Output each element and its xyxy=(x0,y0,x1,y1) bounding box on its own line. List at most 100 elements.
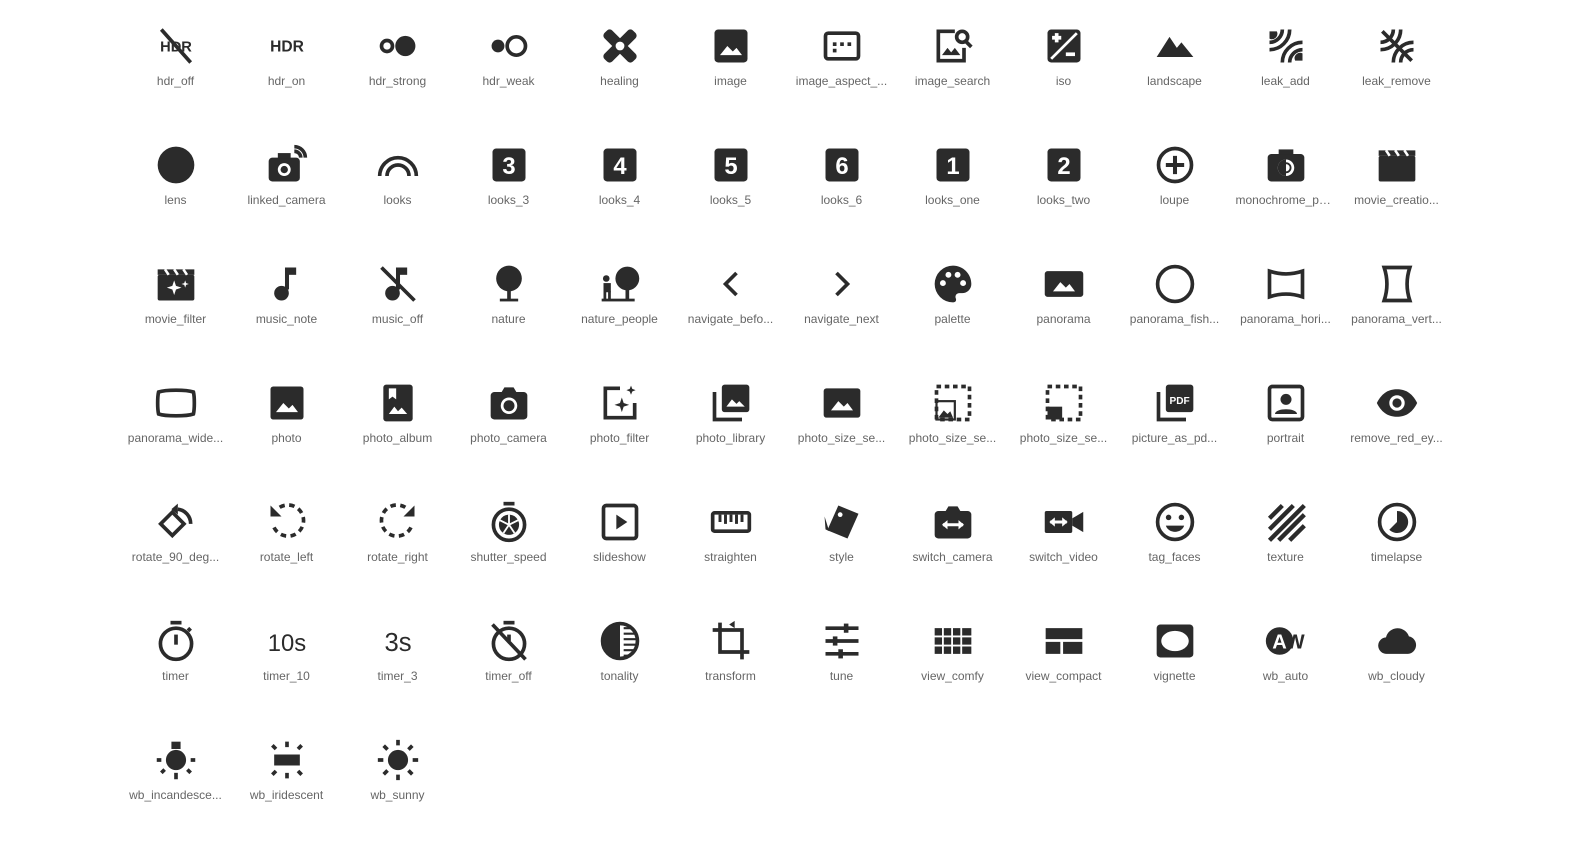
icon-tile[interactable]: switch_video xyxy=(1008,490,1119,609)
icon-tile[interactable]: navigate_befo... xyxy=(675,252,786,371)
icon-tile[interactable]: music_off xyxy=(342,252,453,371)
icon-tile[interactable]: looks xyxy=(342,133,453,252)
icon-tile[interactable]: 3s timer_3 xyxy=(342,609,453,728)
icon-tile[interactable]: loupe xyxy=(1119,133,1230,252)
icon-label: navigate_next xyxy=(804,312,879,326)
icon-tile[interactable]: linked_camera xyxy=(231,133,342,252)
icon-tile[interactable]: 4 looks_4 xyxy=(564,133,675,252)
icon-label: slideshow xyxy=(593,550,646,564)
icon-tile[interactable]: rotate_left xyxy=(231,490,342,609)
icon-tile[interactable]: HDR hdr_off xyxy=(120,14,231,133)
icon-label: image_aspect_... xyxy=(795,74,888,88)
icon-tile[interactable]: leak_remove xyxy=(1341,14,1452,133)
icon-tile[interactable]: photo_filter xyxy=(564,371,675,490)
svg-text:2: 2 xyxy=(1057,153,1070,180)
icon-tile[interactable]: switch_camera xyxy=(897,490,1008,609)
icon-tile[interactable]: timelapse xyxy=(1341,490,1452,609)
icon-tile[interactable]: panorama_hori... xyxy=(1230,252,1341,371)
wb_cloudy-icon xyxy=(1373,617,1421,665)
icon-tile[interactable]: 6 looks_6 xyxy=(786,133,897,252)
panorama_fish_eye-icon xyxy=(1151,260,1199,308)
icon-tile[interactable]: photo_library xyxy=(675,371,786,490)
icon-tile[interactable]: panorama_fish... xyxy=(1119,252,1230,371)
icon-tile[interactable]: vignette xyxy=(1119,609,1230,728)
svg-text:4: 4 xyxy=(613,153,627,180)
icon-tile[interactable]: rotate_right xyxy=(342,490,453,609)
icon-tile[interactable]: 1 looks_one xyxy=(897,133,1008,252)
icon-tile[interactable]: tag_faces xyxy=(1119,490,1230,609)
icon-tile[interactable]: 2 looks_two xyxy=(1008,133,1119,252)
icon-tile[interactable]: PDF picture_as_pd... xyxy=(1119,371,1230,490)
linked_camera-icon xyxy=(263,141,311,189)
icon-tile[interactable]: portrait xyxy=(1230,371,1341,490)
icon-tile[interactable]: image xyxy=(675,14,786,133)
icon-tile[interactable]: hdr_strong xyxy=(342,14,453,133)
icon-tile[interactable]: movie_creatio... xyxy=(1341,133,1452,252)
icon-label: switch_video xyxy=(1029,550,1098,564)
icon-tile[interactable]: panorama_vert... xyxy=(1341,252,1452,371)
icon-tile[interactable]: panorama xyxy=(1008,252,1119,371)
icon-label: transform xyxy=(705,669,756,683)
icon-tile[interactable]: navigate_next xyxy=(786,252,897,371)
icon-tile[interactable]: straighten xyxy=(675,490,786,609)
monochrome_photos-icon xyxy=(1262,141,1310,189)
icon-tile[interactable]: photo xyxy=(231,371,342,490)
straighten-icon xyxy=(707,498,755,546)
icon-label: landscape xyxy=(1147,74,1202,88)
icon-tile[interactable]: timer_off xyxy=(453,609,564,728)
icon-tile[interactable]: palette xyxy=(897,252,1008,371)
svg-text:HDR: HDR xyxy=(270,39,304,56)
icon-tile[interactable]: view_compact xyxy=(1008,609,1119,728)
icon-tile[interactable]: wb_iridescent xyxy=(231,728,342,847)
icon-tile[interactable]: 5 looks_5 xyxy=(675,133,786,252)
icon-tile[interactable]: leak_add xyxy=(1230,14,1341,133)
svg-text:6: 6 xyxy=(835,153,848,180)
icon-tile[interactable]: monochrome_ph... xyxy=(1230,133,1341,252)
icon-tile[interactable]: landscape xyxy=(1119,14,1230,133)
icon-tile[interactable]: timer xyxy=(120,609,231,728)
icon-tile[interactable]: slideshow xyxy=(564,490,675,609)
icon-tile[interactable]: nature xyxy=(453,252,564,371)
icon-tile[interactable]: panorama_wide... xyxy=(120,371,231,490)
icon-label: rotate_90_deg... xyxy=(131,550,220,564)
icon-tile[interactable]: image_aspect_... xyxy=(786,14,897,133)
icon-tile[interactable]: 10s timer_10 xyxy=(231,609,342,728)
icon-label: style xyxy=(829,550,854,564)
icon-tile[interactable]: A W wb_auto xyxy=(1230,609,1341,728)
icon-label: movie_creatio... xyxy=(1354,193,1439,207)
icon-label: panorama xyxy=(1036,312,1091,326)
icon-tile[interactable]: movie_filter xyxy=(120,252,231,371)
icon-tile[interactable]: wb_sunny xyxy=(342,728,453,847)
icon-tile[interactable]: photo_camera xyxy=(453,371,564,490)
icon-tile[interactable]: iso xyxy=(1008,14,1119,133)
icon-tile[interactable]: 3 looks_3 xyxy=(453,133,564,252)
icon-tile[interactable]: photo_size_se... xyxy=(786,371,897,490)
icon-tile[interactable]: nature_people xyxy=(564,252,675,371)
icon-tile[interactable]: hdr_weak xyxy=(453,14,564,133)
icon-tile[interactable]: photo_size_se... xyxy=(897,371,1008,490)
icon-tile[interactable]: lens xyxy=(120,133,231,252)
icon-tile[interactable]: texture xyxy=(1230,490,1341,609)
icon-tile[interactable]: HDR hdr_on xyxy=(231,14,342,133)
icon-tile[interactable]: tonality xyxy=(564,609,675,728)
icon-tile[interactable]: photo_size_se... xyxy=(1008,371,1119,490)
icon-tile[interactable]: transform xyxy=(675,609,786,728)
icon-tile[interactable]: shutter_speed xyxy=(453,490,564,609)
icon-tile[interactable]: view_comfy xyxy=(897,609,1008,728)
icon-tile[interactable]: healing xyxy=(564,14,675,133)
looks_6-icon: 6 xyxy=(818,141,866,189)
vignette-icon xyxy=(1151,617,1199,665)
icon-tile[interactable]: photo_album xyxy=(342,371,453,490)
icon-label: looks_4 xyxy=(598,193,641,207)
icon-tile[interactable]: wb_incandesce... xyxy=(120,728,231,847)
image-icon xyxy=(707,22,755,70)
photo_size_select_actual-icon xyxy=(818,379,866,427)
icon-tile[interactable]: rotate_90_deg... xyxy=(120,490,231,609)
icon-tile[interactable]: remove_red_ey... xyxy=(1341,371,1452,490)
icon-label: straighten xyxy=(704,550,757,564)
icon-tile[interactable]: style xyxy=(786,490,897,609)
icon-tile[interactable]: image_search xyxy=(897,14,1008,133)
icon-tile[interactable]: music_note xyxy=(231,252,342,371)
icon-tile[interactable]: wb_cloudy xyxy=(1341,609,1452,728)
icon-tile[interactable]: tune xyxy=(786,609,897,728)
